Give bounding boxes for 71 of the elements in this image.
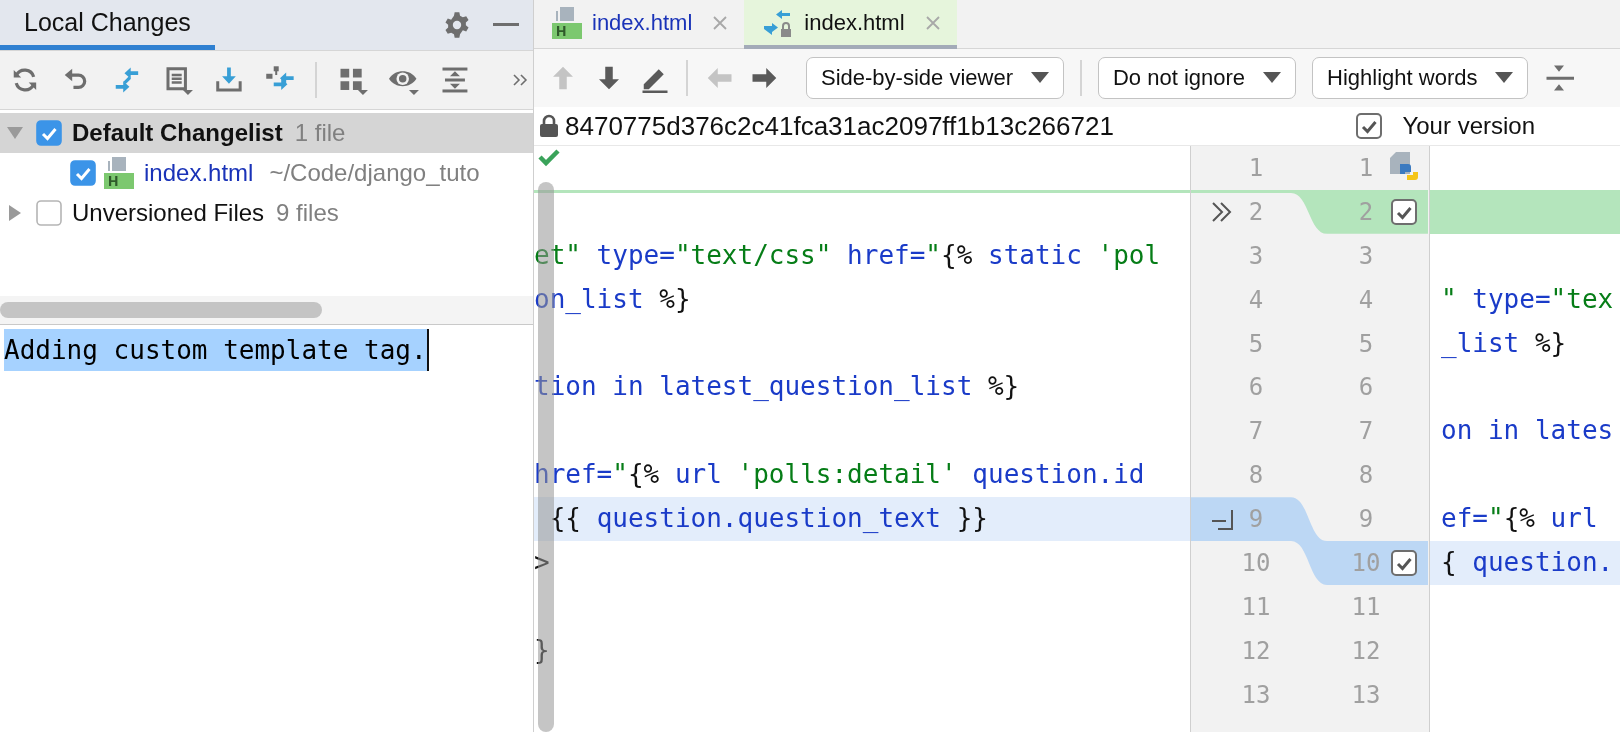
line-number: 11 — [1240, 592, 1272, 621]
checkbox[interactable] — [1391, 549, 1417, 576]
html-file-icon — [552, 6, 582, 39]
dropdown[interactable]: Highlight words — [1312, 57, 1529, 99]
collapsed-arrow-icon[interactable] — [7, 205, 23, 221]
group-name: Unversioned Files — [72, 199, 265, 227]
settings-icon[interactable] — [443, 11, 471, 39]
line-number: 3 — [1247, 241, 1265, 270]
code-line: on_list %} — [534, 282, 692, 316]
line-number: 4 — [1247, 285, 1265, 314]
checkbox[interactable] — [1391, 198, 1417, 225]
line-number: 13 — [1350, 680, 1382, 709]
caret-icon — [1495, 72, 1514, 84]
file-count: 1 file — [294, 119, 346, 147]
code-line: _list %} — [1440, 326, 1568, 360]
line-number: 9 — [1247, 505, 1265, 534]
checkbox[interactable] — [36, 120, 62, 146]
version-label: Your version — [1402, 112, 1535, 140]
line-number: 3 — [1357, 241, 1375, 270]
changelist-name: Default Changelist — [72, 119, 283, 147]
code-line: > — [534, 546, 551, 579]
editor-tab[interactable]: index.html — [534, 0, 745, 49]
checkmark-icon — [538, 148, 560, 168]
html-file-icon — [104, 157, 134, 189]
file-count: 9 files — [276, 199, 339, 227]
line-number: 8 — [1247, 461, 1265, 490]
tree-row[interactable]: index.html ~/Code/django_tuto — [0, 153, 533, 193]
code-line: " type="tex — [1440, 282, 1615, 316]
line-number: 13 — [1240, 680, 1272, 709]
line-number: 12 — [1350, 636, 1382, 665]
file-name: index.html — [144, 159, 254, 187]
checkbox[interactable] — [1356, 113, 1383, 139]
line-number: 7 — [1247, 417, 1265, 446]
tree-row[interactable]: Default Changelist 1 file — [0, 113, 533, 153]
code-line: } — [534, 633, 551, 667]
lock-icon — [539, 114, 559, 138]
line-number: 9 — [1357, 505, 1375, 534]
dropdown[interactable]: Do not ignore — [1097, 57, 1297, 99]
code-line: ef="{% url — [1440, 502, 1599, 536]
revision-hash: 8470775d376c2c41fca31ac2097ff1b13c266721 — [565, 110, 1114, 142]
line-number: 10 — [1350, 548, 1382, 577]
line-number: 2 — [1247, 197, 1265, 226]
checkbox[interactable] — [70, 160, 96, 186]
code-line: et" type="text/css" href="{% static 'pol — [534, 238, 1162, 272]
line-number: 10 — [1240, 548, 1272, 577]
line-number: 11 — [1350, 592, 1382, 621]
line-number: 5 — [1357, 329, 1375, 358]
line-number: 1 — [1357, 153, 1375, 182]
line-number: 4 — [1357, 285, 1375, 314]
code-line: on in lates — [1440, 414, 1615, 448]
corner-arrow-icon[interactable] — [1210, 508, 1234, 531]
line-number: 7 — [1357, 417, 1375, 446]
caret-icon — [1030, 72, 1049, 84]
double-chevron-icon[interactable] — [1210, 200, 1234, 223]
collapse-icon[interactable] — [1544, 63, 1575, 93]
dropdown[interactable]: Side-by-side viewer — [806, 57, 1064, 99]
editor-tab[interactable]: index.html — [744, 0, 957, 49]
line-number: 6 — [1357, 373, 1375, 402]
line-number: 6 — [1247, 373, 1265, 402]
line-number: 5 — [1247, 329, 1265, 358]
code-line: href="{% url 'polls:detail' question.id — [534, 458, 1146, 492]
line-number: 12 — [1240, 636, 1272, 665]
tree-row[interactable]: Unversioned Files 9 files — [0, 193, 533, 233]
line-number: 8 — [1357, 461, 1375, 490]
checkbox[interactable] — [36, 200, 62, 226]
commit-message-field[interactable]: Adding custom template tag. — [4, 329, 429, 371]
file-path: ~/Code/django_tuto — [269, 159, 480, 187]
caret-icon — [1263, 72, 1282, 84]
code-line: tion in latest_question_list %} — [534, 370, 1021, 404]
line-number: 1 — [1247, 153, 1265, 182]
line-number: 2 — [1357, 197, 1375, 226]
